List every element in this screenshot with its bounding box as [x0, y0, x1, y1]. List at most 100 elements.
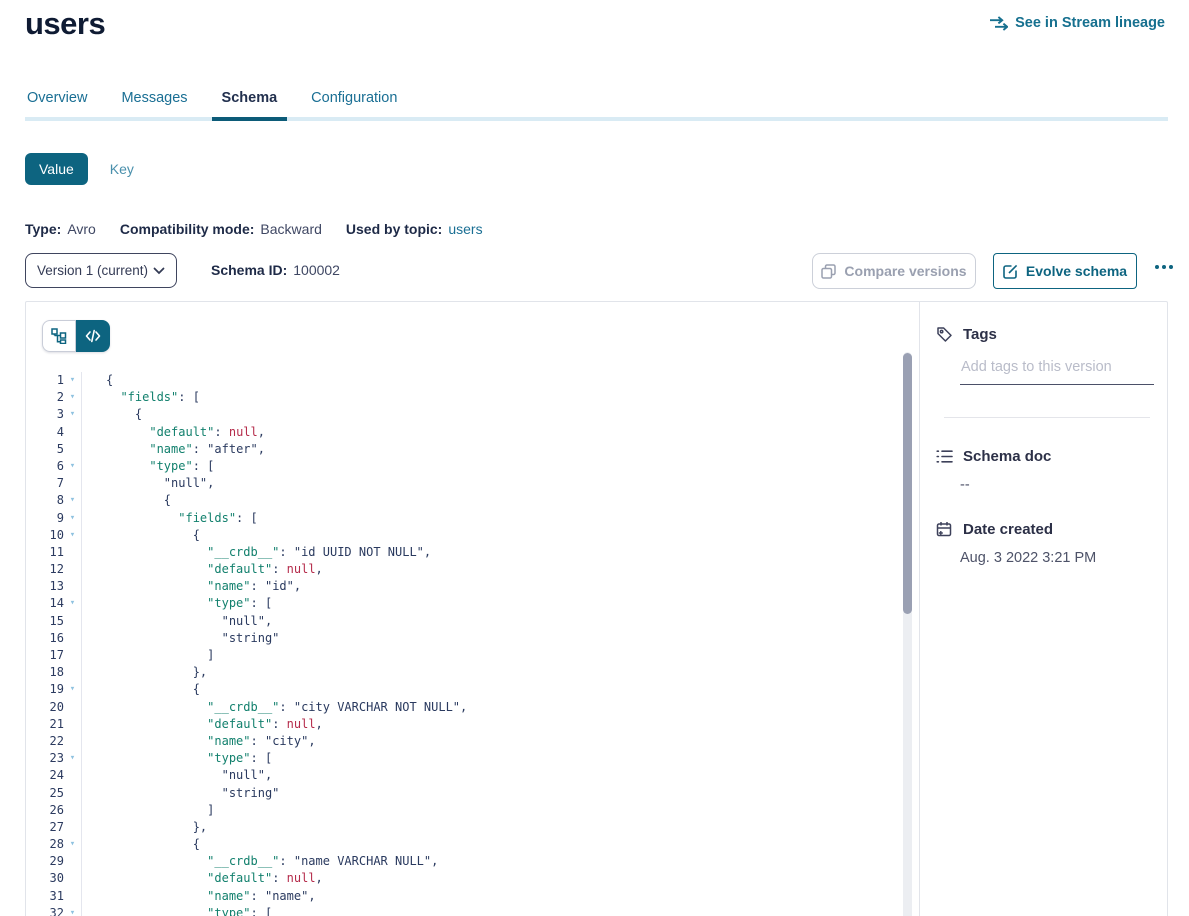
code-text: "null", [81, 475, 911, 492]
line-number: 6 [26, 458, 64, 475]
collapse-arrow-placeholder [64, 716, 81, 733]
code-line: 2▾ "fields": [ [26, 389, 911, 406]
code-text: { [81, 406, 911, 423]
compare-versions-label: Compare versions [844, 263, 966, 279]
line-number: 23 [26, 750, 64, 767]
collapse-arrow-icon[interactable]: ▾ [64, 372, 81, 389]
code-line: 32▾ "type": [ [26, 905, 911, 916]
schema-sidebar: Tags Schema doc -- [919, 302, 1167, 916]
collapse-arrow-icon[interactable]: ▾ [64, 681, 81, 698]
collapse-arrow-placeholder [64, 802, 81, 819]
code-text: "__crdb__": "name VARCHAR NULL", [81, 853, 911, 870]
line-number: 25 [26, 785, 64, 802]
edit-icon [1003, 264, 1018, 279]
tree-view-button[interactable] [42, 320, 76, 352]
code-text: "fields": [ [81, 510, 911, 527]
version-select[interactable]: Version 1 (current) [25, 253, 177, 288]
code-line: 31 "name": "name", [26, 888, 911, 905]
tab-schema[interactable]: Schema [220, 90, 280, 120]
collapse-arrow-placeholder [64, 699, 81, 716]
used-by-topic-label: Used by topic: [346, 221, 442, 237]
schema-id: Schema ID: 100002 [211, 262, 340, 278]
code-line: 21 "default": null, [26, 716, 911, 733]
code-line: 14▾ "type": [ [26, 595, 911, 612]
line-number: 8 [26, 492, 64, 509]
collapse-arrow-icon[interactable]: ▾ [64, 595, 81, 612]
code-text: "type": [ [81, 458, 911, 475]
code-line: 10▾ { [26, 527, 911, 544]
line-number: 24 [26, 767, 64, 784]
line-number: 22 [26, 733, 64, 750]
collapse-arrow-icon[interactable]: ▾ [64, 492, 81, 509]
ellipsis-icon [1155, 265, 1173, 269]
line-number: 19 [26, 681, 64, 698]
line-number: 32 [26, 905, 64, 916]
value-tab-button[interactable]: Value [25, 153, 88, 185]
code-line: 23▾ "type": [ [26, 750, 911, 767]
tab-configuration[interactable]: Configuration [309, 90, 399, 120]
line-number: 16 [26, 630, 64, 647]
add-tags-input[interactable] [960, 359, 1154, 385]
line-number: 12 [26, 561, 64, 578]
more-options-button[interactable] [1149, 259, 1179, 275]
collapse-arrow-icon[interactable]: ▾ [64, 836, 81, 853]
collapse-arrow-placeholder [64, 733, 81, 750]
code-text: ] [81, 802, 911, 819]
collapse-arrow-icon[interactable]: ▾ [64, 750, 81, 767]
schema-meta-row: Type: Avro Compatibility mode: Backward … [25, 221, 483, 237]
version-toolbar: Version 1 (current) Schema ID: 100002 Co… [25, 253, 1168, 289]
schema-id-value: 100002 [293, 262, 340, 278]
key-tab-link[interactable]: Key [110, 161, 134, 177]
date-created-value: Aug. 3 2022 3:21 PM [960, 550, 1154, 566]
compare-versions-button[interactable]: Compare versions [812, 253, 976, 289]
code-scrollbar-thumb[interactable] [903, 353, 912, 614]
tab-underbar [25, 117, 1168, 121]
line-number: 2 [26, 389, 64, 406]
code-text: { [81, 527, 911, 544]
collapse-arrow-placeholder [64, 561, 81, 578]
code-text: }, [81, 819, 911, 836]
code-line: 9▾ "fields": [ [26, 510, 911, 527]
code-text: "fields": [ [81, 389, 911, 406]
code-line: 11 "__crdb__": "id UUID NOT NULL", [26, 544, 911, 561]
stream-lineage-label: See in Stream lineage [1015, 15, 1165, 31]
line-number: 4 [26, 424, 64, 441]
code-line: 19▾ { [26, 681, 911, 698]
tab-messages[interactable]: Messages [119, 90, 189, 120]
collapse-arrow-icon[interactable]: ▾ [64, 458, 81, 475]
tab-overview[interactable]: Overview [25, 90, 89, 120]
collapse-arrow-icon[interactable]: ▾ [64, 389, 81, 406]
line-number: 14 [26, 595, 64, 612]
collapse-arrow-placeholder [64, 578, 81, 595]
collapse-arrow-icon[interactable]: ▾ [64, 527, 81, 544]
code-line: 5 "name": "after", [26, 441, 911, 458]
code-text: { [81, 372, 911, 389]
code-text: "__crdb__": "id UUID NOT NULL", [81, 544, 911, 561]
collapse-arrow-icon[interactable]: ▾ [64, 406, 81, 423]
collapse-arrow-icon[interactable]: ▾ [64, 510, 81, 527]
collapse-arrow-placeholder [64, 475, 81, 492]
page-title: users [25, 6, 105, 42]
schema-doc-value: -- [960, 477, 1154, 493]
line-number: 20 [26, 699, 64, 716]
used-by-topic-link[interactable]: users [448, 221, 482, 237]
code-view-button[interactable] [76, 320, 110, 352]
evolve-schema-button[interactable]: Evolve schema [993, 253, 1137, 289]
code-line: 20 "__crdb__": "city VARCHAR NOT NULL", [26, 699, 911, 716]
collapse-arrow-placeholder [64, 664, 81, 681]
see-in-stream-lineage-link[interactable]: See in Stream lineage [989, 15, 1165, 31]
line-number: 15 [26, 613, 64, 630]
sidebar-divider [944, 417, 1150, 418]
collapse-arrow-placeholder [64, 853, 81, 870]
schema-code-viewer[interactable]: 1▾{2▾ "fields": [3▾ {4 "default": null,5… [26, 372, 911, 916]
line-number: 27 [26, 819, 64, 836]
code-text: "type": [ [81, 750, 911, 767]
schema-page: users See in Stream lineage Overview Mes… [0, 0, 1189, 916]
code-line: 15 "null", [26, 613, 911, 630]
line-number: 10 [26, 527, 64, 544]
code-line: 22 "name": "city", [26, 733, 911, 750]
collapse-arrow-icon[interactable]: ▾ [64, 905, 81, 916]
tags-section-heading: Tags [936, 326, 1154, 343]
code-line: 4 "default": null, [26, 424, 911, 441]
line-number: 21 [26, 716, 64, 733]
